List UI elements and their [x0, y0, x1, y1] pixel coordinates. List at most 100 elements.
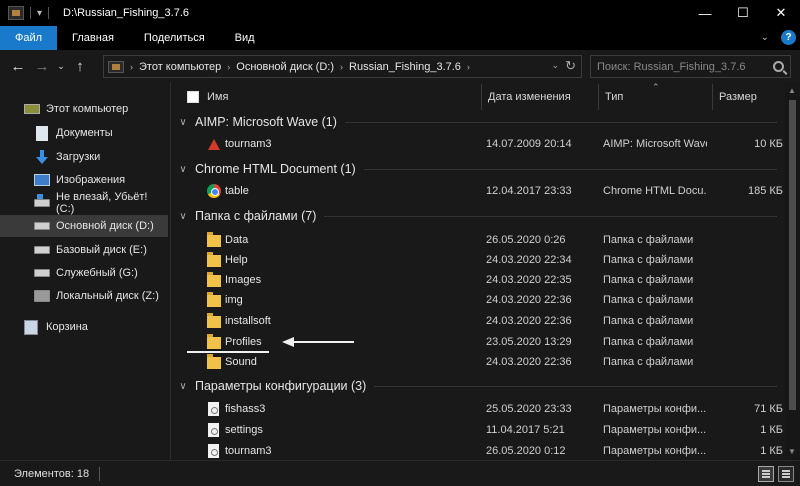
scroll-up-icon[interactable]: ▲: [788, 86, 796, 95]
sidebar-item-label: Документы: [56, 127, 113, 139]
column-header-size[interactable]: Размер: [712, 84, 757, 110]
file-date: 14.07.2009 20:14: [486, 138, 572, 150]
config-file-icon: [208, 423, 219, 437]
breadcrumb-drive-d[interactable]: Основной диск (D:): [236, 61, 334, 73]
table-row[interactable]: tournam3 26.05.2020 0:12 Параметры конфи…: [171, 441, 785, 460]
large-icons-view-icon[interactable]: [778, 466, 794, 482]
table-row[interactable]: fishass3 25.05.2020 23:33 Параметры конф…: [171, 399, 785, 419]
column-header-type[interactable]: Тип: [598, 84, 623, 110]
forward-button[interactable]: →: [30, 54, 54, 78]
file-date: 24.03.2020 22:36: [486, 356, 572, 368]
column-header-name[interactable]: Имя: [181, 84, 228, 110]
file-name: installsoft: [225, 315, 271, 327]
folder-icon: [207, 353, 221, 369]
chevron-down-icon[interactable]: ∨: [175, 211, 191, 222]
vertical-scrollbar[interactable]: ▲ ▼: [785, 82, 800, 460]
table-row[interactable]: Profiles 23.05.2020 13:29 Папка с файлам…: [171, 332, 785, 352]
tab-share[interactable]: Поделиться: [129, 26, 220, 50]
sidebar-item-drive-z[interactable]: Локальный диск (Z:): [0, 285, 168, 307]
file-date: 24.03.2020 22:35: [486, 274, 572, 286]
recent-locations-button[interactable]: ⌄: [54, 54, 68, 78]
breadcrumb-current-folder[interactable]: Russian_Fishing_3.7.6: [349, 61, 461, 73]
sidebar-item-this-pc[interactable]: Этот компьютер: [0, 98, 168, 120]
minimize-button[interactable]: —: [686, 0, 724, 26]
config-file-icon: [208, 402, 219, 416]
sidebar-item-label: Основной диск (D:): [56, 220, 154, 232]
select-all-checkbox[interactable]: [187, 91, 199, 103]
details-view-icon[interactable]: [758, 466, 774, 482]
search-icon[interactable]: [773, 61, 784, 72]
group-header[interactable]: ∨ AIMP: Microsoft Wave (1): [175, 111, 781, 133]
drive-icon: [34, 194, 50, 207]
search-box[interactable]: [590, 55, 791, 78]
file-name: Profiles: [225, 336, 262, 348]
file-type: Папка с файлами: [603, 274, 694, 286]
maximize-button[interactable]: ☐: [724, 0, 762, 26]
app-icon[interactable]: [8, 6, 24, 20]
table-row[interactable]: Help 24.03.2020 22:34 Папка с файлами: [171, 250, 785, 270]
file-date: 24.03.2020 22:34: [486, 254, 572, 266]
address-history-dropdown-icon[interactable]: ⌄: [551, 60, 559, 71]
scroll-down-icon[interactable]: ▼: [788, 447, 796, 456]
table-row[interactable]: img 24.03.2020 22:36 Папка с файлами: [171, 290, 785, 310]
search-input[interactable]: [597, 60, 767, 73]
breadcrumb-this-pc[interactable]: Этот компьютер: [139, 61, 221, 73]
table-row[interactable]: tournam3 14.07.2009 20:14 AIMP: Microsof…: [171, 134, 785, 154]
sidebar-item-label: Не влезай, Убьёт! (C:): [56, 191, 148, 215]
file-size: 1 КБ: [760, 424, 783, 436]
table-row[interactable]: Sound 24.03.2020 22:36 Папка с файлами: [171, 352, 785, 372]
tab-file[interactable]: Файл: [0, 26, 58, 50]
expand-ribbon-icon[interactable]: ⌄: [761, 32, 769, 43]
sidebar-item-drive-d[interactable]: Основной диск (D:): [0, 215, 168, 237]
tab-view[interactable]: Вид: [220, 26, 270, 50]
column-header-date[interactable]: Дата изменения: [481, 84, 571, 110]
chevron-down-icon[interactable]: ∨: [175, 381, 191, 392]
group-header[interactable]: ∨ Папка с файлами (7): [175, 205, 781, 227]
file-type: Папка с файлами: [603, 356, 694, 368]
address-bar[interactable]: › Этот компьютер › Основной диск (D:) › …: [103, 55, 582, 78]
sidebar-item-documents[interactable]: Документы: [0, 122, 168, 144]
up-button[interactable]: ↑: [68, 54, 92, 78]
chevron-right-icon[interactable]: ›: [130, 62, 133, 72]
sidebar-item-drive-g[interactable]: Служебный (G:): [0, 262, 168, 284]
sidebar-item-drive-c[interactable]: Не влезай, Убьёт! (C:): [0, 191, 168, 215]
sidebar-item-downloads[interactable]: Загрузки: [0, 146, 168, 168]
folder-location-icon: [108, 60, 124, 73]
table-row[interactable]: Images 24.03.2020 22:35 Папка с файлами: [171, 270, 785, 290]
quick-access-dropdown-icon[interactable]: ▾: [37, 8, 42, 19]
chevron-right-icon[interactable]: ›: [467, 62, 470, 72]
file-date: 23.05.2020 13:29: [486, 336, 572, 348]
file-type: Параметры конфи...: [603, 424, 707, 436]
file-name: Sound: [225, 356, 257, 368]
help-icon[interactable]: ?: [781, 30, 796, 45]
tab-home[interactable]: Главная: [57, 26, 129, 50]
aimp-icon: [208, 138, 220, 150]
title-separator: [30, 7, 31, 19]
refresh-icon[interactable]: ↻: [565, 58, 576, 74]
sidebar-item-label: Базовый диск (E:): [56, 244, 147, 256]
view-switcher: [758, 466, 794, 482]
group-header[interactable]: ∨ Параметры конфигурации (3): [175, 375, 781, 397]
close-button[interactable]: ✕: [762, 0, 800, 26]
chevron-down-icon[interactable]: ∨: [175, 117, 191, 128]
sidebar-item-drive-e[interactable]: Базовый диск (E:): [0, 239, 168, 261]
sidebar-item-pictures[interactable]: Изображения: [0, 169, 168, 191]
file-type: Папка с файлами: [603, 315, 694, 327]
table-row[interactable]: table 12.04.2017 23:33 Chrome HTML Docu.…: [171, 181, 785, 201]
chevron-down-icon[interactable]: ∨: [175, 164, 191, 175]
scrollbar-thumb[interactable]: [789, 100, 796, 410]
file-type: Параметры конфи...: [603, 403, 707, 415]
table-row[interactable]: installsoft 24.03.2020 22:36 Папка с фай…: [171, 311, 785, 331]
file-type: Папка с файлами: [603, 234, 694, 246]
back-button[interactable]: ←: [6, 54, 30, 78]
group-header[interactable]: ∨ Chrome HTML Document (1): [175, 158, 781, 180]
chevron-right-icon[interactable]: ›: [227, 62, 230, 72]
file-type: Папка с файлами: [603, 294, 694, 306]
sidebar-item-recycle-bin[interactable]: Корзина: [0, 316, 168, 338]
group-divider: [374, 385, 777, 387]
file-name: settings: [225, 424, 263, 436]
table-row[interactable]: Data 26.05.2020 0:26 Папка с файлами: [171, 230, 785, 250]
annotation-arrow-icon: [282, 337, 354, 347]
chevron-right-icon[interactable]: ›: [340, 62, 343, 72]
table-row[interactable]: settings 11.04.2017 5:21 Параметры конфи…: [171, 420, 785, 440]
